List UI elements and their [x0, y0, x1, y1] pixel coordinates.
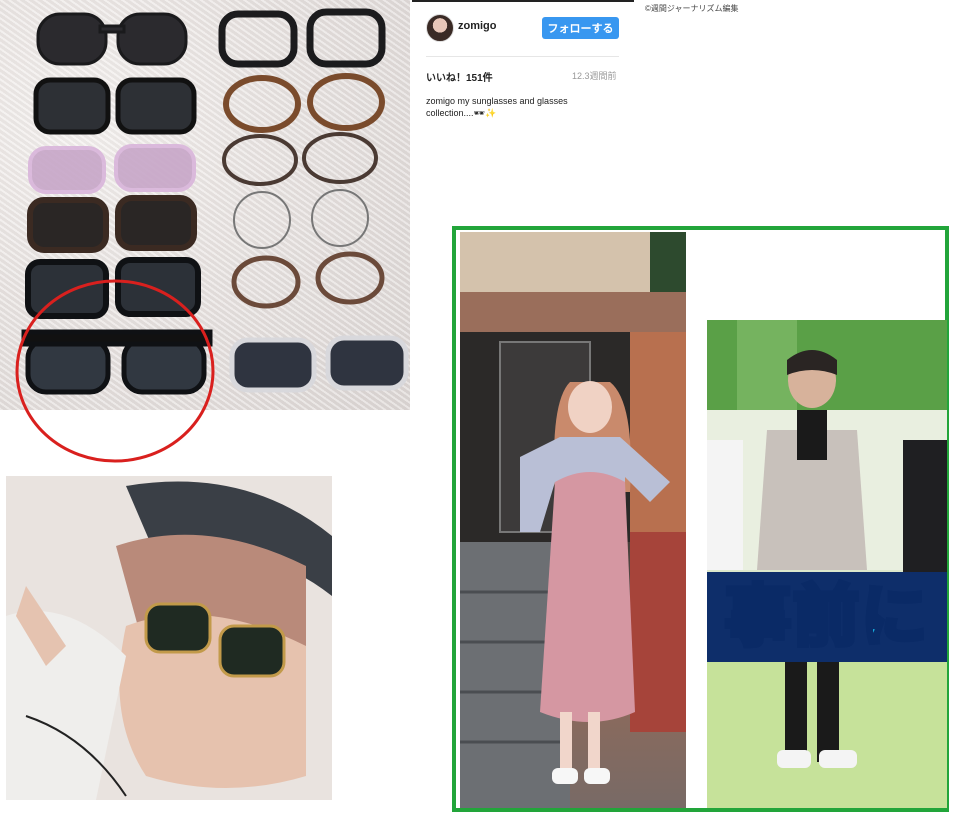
- selfie-illustration: [6, 476, 332, 800]
- street-fashion-photo: [460, 232, 686, 808]
- panel-top-border: [412, 0, 634, 2]
- street-illustration: [460, 232, 686, 808]
- panel-divider: [426, 56, 619, 57]
- tv-illustration: [707, 320, 947, 808]
- highlight-circle: [15, 279, 215, 463]
- selfie-photo: [6, 476, 332, 800]
- post-caption: zomigo my sunglasses and glasses collect…: [426, 96, 568, 118]
- post-timestamp: 12.3週間前: [572, 71, 617, 81]
- follow-button[interactable]: フォローする: [542, 17, 619, 39]
- like-count[interactable]: いいね！151件: [426, 69, 493, 84]
- instagram-post-panel: zomigo フォローする いいね！151件 12.3週間前 zomigo my…: [412, 0, 634, 130]
- photo-credit: ©週間ジャーナリズム編集: [645, 4, 739, 13]
- avatar[interactable]: [426, 14, 454, 42]
- tv-screen-photo: 事前に: [707, 320, 947, 808]
- username[interactable]: zomigo: [458, 20, 497, 32]
- tv-caption-text: 事前に: [723, 578, 930, 655]
- tv-caption: 事前に: [707, 572, 947, 662]
